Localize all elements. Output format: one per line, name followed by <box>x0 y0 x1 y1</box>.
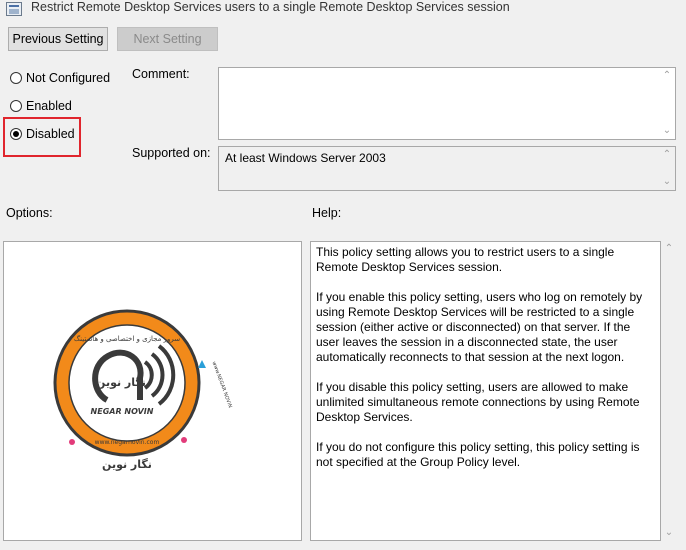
help-paragraph: If you do not configure this policy sett… <box>316 440 640 469</box>
scroll-up-icon[interactable]: ⌃ <box>659 147 675 163</box>
radio-circle[interactable] <box>10 100 22 112</box>
comment-label: Comment: <box>132 67 190 81</box>
options-panel: سرور مجازی و اختصاصی و هاستینگ نگار نوین… <box>3 241 302 541</box>
logo-brand-text: NEGAR NOVIN <box>91 407 154 416</box>
next-setting-button[interactable]: Next Setting <box>117 27 218 51</box>
radio-enabled[interactable]: Enabled <box>10 99 72 113</box>
logo-url-text: www.negarnovin.com <box>95 439 160 446</box>
help-paragraph: This policy setting allows you to restri… <box>316 245 615 274</box>
help-paragraph: If you enable this policy setting, users… <box>316 290 643 364</box>
radio-not-configured[interactable]: Not Configured <box>10 71 110 85</box>
help-scrollbar[interactable]: ⌃ ⌄ <box>661 241 677 541</box>
policy-icon <box>6 2 22 16</box>
previous-setting-button[interactable]: Previous Setting <box>8 27 108 51</box>
logo-side-text: www.NEGAR NOVIN <box>211 361 233 409</box>
help-panel: This policy setting allows you to restri… <box>310 241 661 541</box>
radio-label: Not Configured <box>26 71 111 85</box>
scroll-up-icon[interactable]: ⌃ <box>659 68 675 84</box>
window-title: Restrict Remote Desktop Services users t… <box>31 0 510 14</box>
scroll-up-icon[interactable]: ⌃ <box>661 241 677 257</box>
comment-value <box>219 68 675 74</box>
options-label: Options: <box>6 206 53 220</box>
help-paragraph: If you disable this policy setting, user… <box>316 380 640 424</box>
radio-circle[interactable] <box>10 72 22 84</box>
help-label: Help: <box>312 206 342 220</box>
comment-scrollbar[interactable]: ⌃ ⌄ <box>659 68 675 139</box>
supported-on-label: Supported on: <box>132 146 211 160</box>
supported-on-value: At least Windows Server 2003 <box>225 151 386 165</box>
comment-textbox[interactable]: ⌃ ⌄ <box>218 67 676 140</box>
scroll-down-icon[interactable]: ⌄ <box>659 123 675 139</box>
radio-label: Enabled <box>26 99 72 113</box>
highlight-box <box>3 117 81 157</box>
scroll-down-icon[interactable]: ⌄ <box>661 525 677 541</box>
scroll-down-icon[interactable]: ⌄ <box>659 174 675 190</box>
logo-center-text: نگار نوین <box>96 376 146 389</box>
negar-novin-logo: سرور مجازی و اختصاصی و هاستینگ نگار نوین… <box>53 309 233 471</box>
supported-scrollbar[interactable]: ⌃ ⌄ <box>659 147 675 190</box>
logo-top-text: سرور مجازی و اختصاصی و هاستینگ <box>74 334 180 343</box>
logo-bottom-text: نگار نوین <box>102 458 152 471</box>
supported-on-box: At least Windows Server 2003 ⌃ ⌄ <box>218 146 676 191</box>
help-text: This policy setting allows you to restri… <box>311 242 660 470</box>
